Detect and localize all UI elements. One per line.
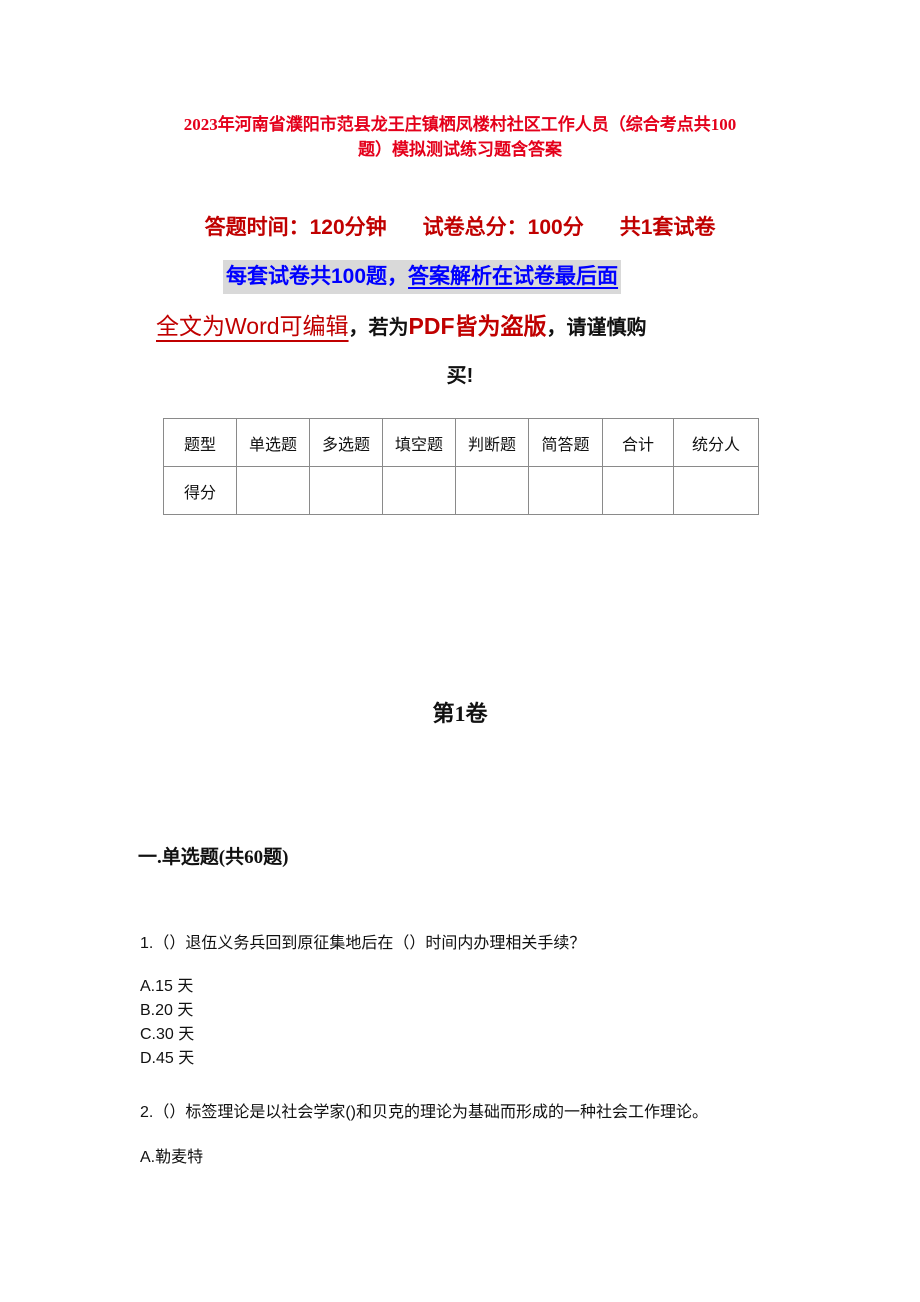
notice-if: 若为	[368, 317, 409, 339]
header-cell: 统分人	[673, 418, 759, 467]
question-1-option-c: C.30 天	[140, 1026, 195, 1043]
notice-comma: ，	[546, 317, 567, 339]
header-cell: 题型	[163, 418, 237, 467]
section-title: 一.单选题(共60题)	[138, 847, 289, 868]
score-table: 题型 单选题 多选题 填空题 判断题 简答题 合计 统分人 得分	[163, 418, 759, 515]
document-title-line1: 2023年河南省濮阳市范县龙王庄镇栖凤楼村社区工作人员（综合考点共100	[183, 115, 737, 134]
exam-total-score: 试卷总分：100分	[422, 216, 584, 239]
notice-editable: 全文为Word可编辑	[156, 313, 349, 339]
copyright-notice: 全文为Word可编辑，若为PDF皆为盗版，请谨慎购	[156, 308, 776, 346]
exam-time: 答题时间：120分钟	[204, 216, 387, 239]
question-1-option-a: A.15 天	[140, 978, 194, 995]
exam-meta: 答题时间：120分钟 试卷总分：100分 共1套试卷	[160, 212, 760, 244]
score-cell	[382, 466, 456, 515]
score-cell	[236, 466, 310, 515]
score-cell	[309, 466, 383, 515]
document-page: 2023年河南省濮阳市范县龙王庄镇栖凤楼村社区工作人员（综合考点共100 题）模…	[0, 0, 920, 1302]
header-cell: 多选题	[309, 418, 383, 467]
score-table-score-row: 得分	[163, 466, 759, 515]
score-cell	[528, 466, 603, 515]
document-title: 2023年河南省濮阳市范县龙王庄镇栖凤楼村社区工作人员（综合考点共100 题）模…	[140, 112, 780, 162]
notice-caution: 请谨慎购	[566, 317, 647, 339]
notice-pdf-piracy: PDF皆为盗版	[408, 313, 547, 339]
score-cell	[455, 466, 529, 515]
header-cell: 简答题	[528, 418, 603, 467]
score-cell	[673, 466, 759, 515]
header-cell: 单选题	[236, 418, 310, 467]
exam-set-count: 共1套试卷	[619, 216, 716, 239]
header-cell: 判断题	[455, 418, 529, 467]
banner-question-count: 每套试卷共100题，	[226, 265, 409, 288]
volume-title: 第1卷	[432, 701, 488, 726]
question-2-text: 2.（）标签理论是以社会学家()和贝克的理论为基础而形成的一种社会工作理论。	[140, 1104, 709, 1121]
score-cell	[602, 466, 674, 515]
answer-location-banner: 每套试卷共100题，答案解析在试卷最后面	[223, 260, 622, 294]
header-cell: 填空题	[382, 418, 456, 467]
score-row-label: 得分	[163, 466, 237, 515]
banner-answer-note: 答案解析在试卷最后面	[408, 265, 619, 288]
notice-comma: ，	[348, 317, 369, 339]
score-table-header-row: 题型 单选题 多选题 填空题 判断题 简答题 合计 统分人	[163, 418, 759, 467]
document-title-line2: 题）模拟测试练习题含答案	[358, 140, 562, 159]
question-1-text: 1.（）退伍义务兵回到原征集地后在（）时间内办理相关手续？	[140, 935, 586, 952]
header-cell: 合计	[602, 418, 674, 467]
question-1-option-d: D.45 天	[140, 1050, 195, 1067]
question-2-option-a: A.勒麦特	[140, 1149, 204, 1166]
notice-line2: 买!	[446, 365, 474, 387]
question-1-option-b: B.20 天	[140, 1002, 194, 1019]
